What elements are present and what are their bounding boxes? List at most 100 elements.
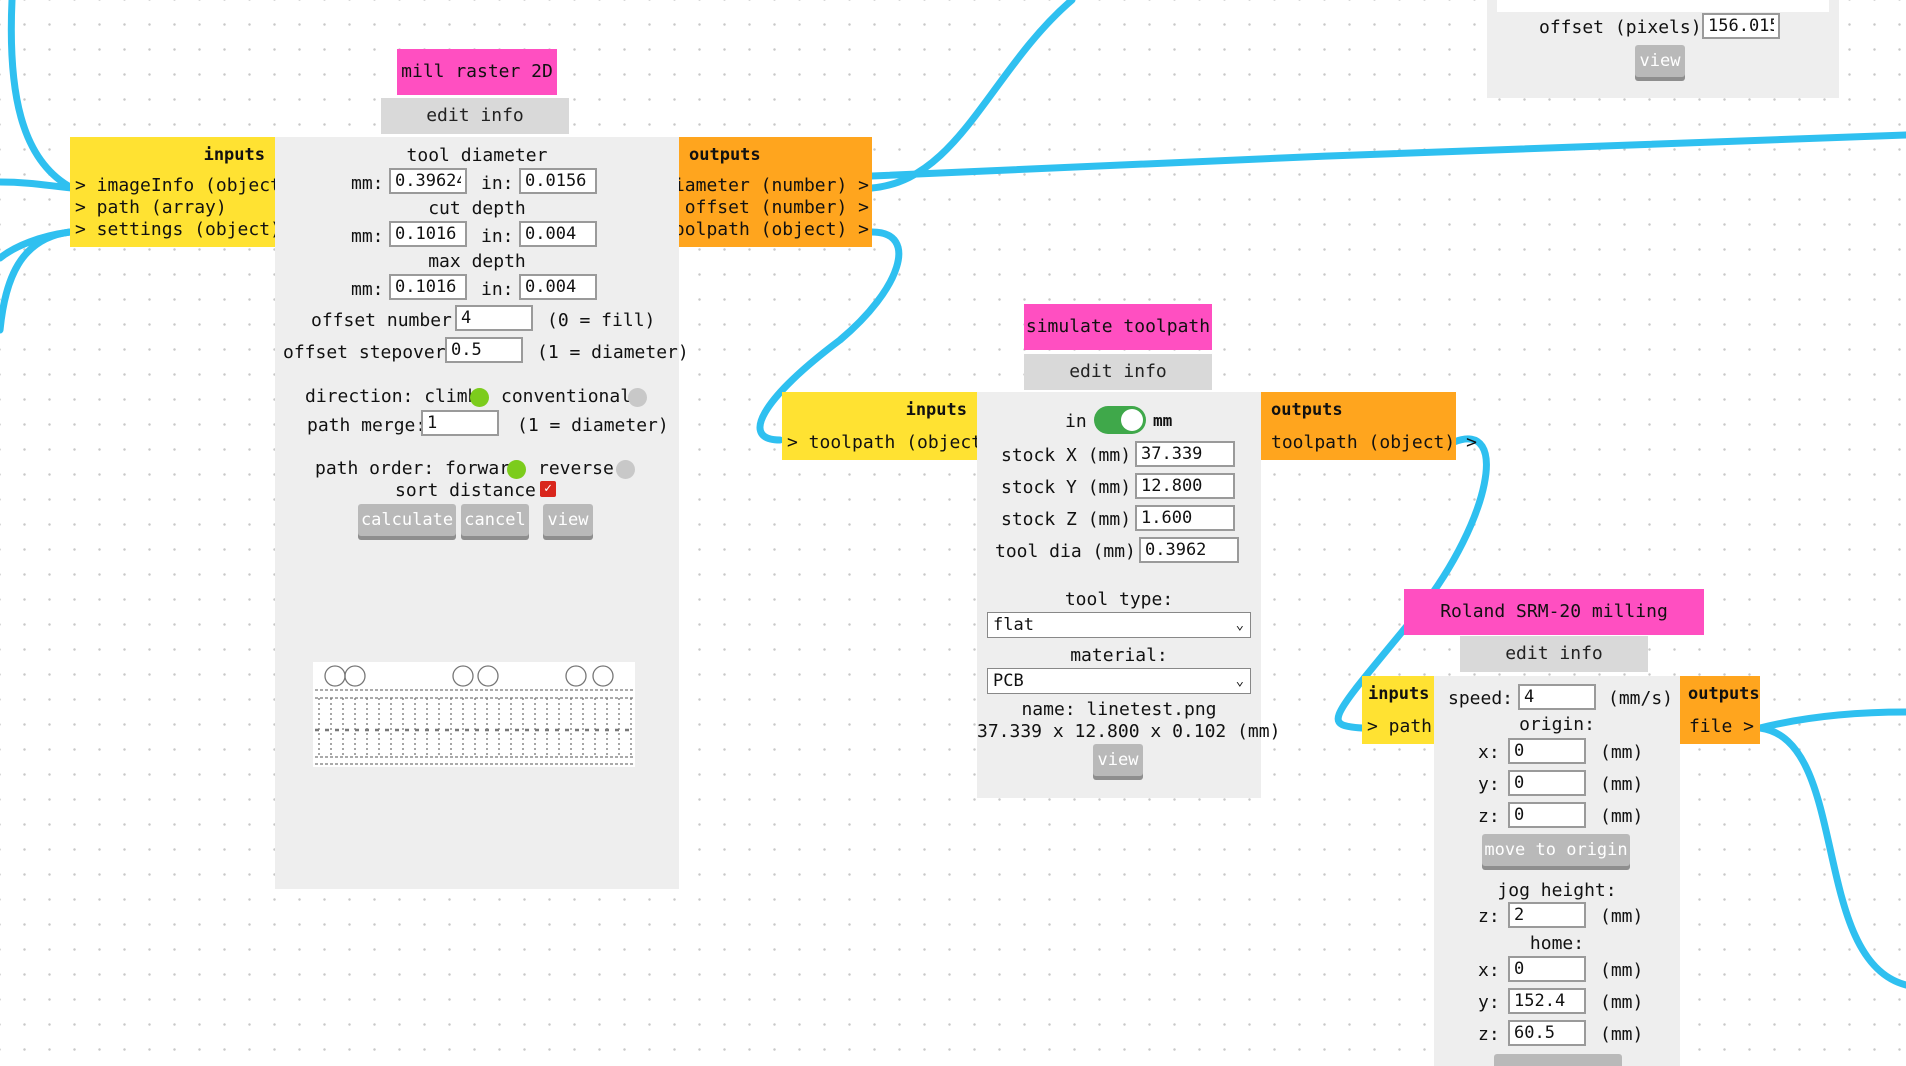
output-toolpath[interactable]: toolpath (object) > [663,219,869,240]
top-node-blank-area [1497,0,1829,12]
input-toolpath[interactable]: > toolpath (object) [787,432,993,453]
outputs-header: outputs [1688,684,1760,704]
mill-raster-title[interactable]: mill raster 2D [397,49,557,95]
view-button[interactable]: view [543,504,593,536]
reverse-radio[interactable] [616,460,635,479]
offset-number-input[interactable] [455,305,533,331]
outputs-header: outputs [1271,400,1343,420]
mill-raster-menu[interactable]: edit info collapse [381,98,569,162]
mm-label: mm: [351,226,384,247]
origin-z-input[interactable] [1508,802,1586,828]
roland-panel: speed: (mm/s) origin: x: (mm) y: (mm) z:… [1434,676,1680,1066]
stock-z-input[interactable] [1135,505,1235,531]
unit-mm-label: mm [1153,411,1173,430]
jog-z-label: z: [1478,906,1500,927]
chevron-down-icon: ⌄ [1235,673,1244,689]
path-order-label: path order: forward [315,458,521,479]
climb-radio[interactable] [470,388,489,407]
jog-height-label: jog height: [1497,880,1617,901]
input-path[interactable]: > path (array) [75,197,227,218]
input-path[interactable]: > path [1367,716,1432,737]
cut-depth-mm-input[interactable] [389,221,467,247]
output-file[interactable]: file > [1689,716,1754,737]
speed-unit: (mm/s) [1608,688,1674,709]
origin-y-input[interactable] [1508,770,1586,796]
mm-label: mm: [351,279,384,300]
offset-number-hint: (0 = fill) [547,310,656,331]
tool-type-label: tool type: [1064,589,1174,610]
roland-title[interactable]: Roland SRM-20 milling machine [1404,589,1704,668]
mill-raster-panel: tool diameter mm: in: cut depth mm: in: … [275,137,689,889]
max-depth-label: max depth [428,251,526,272]
cancel-button[interactable]: cancel [461,504,529,536]
wire-diameter-top [868,0,1076,192]
wire-path [0,178,76,192]
wire-roland-out-top [1756,708,1906,732]
material-value: PCB [993,671,1024,691]
wire-settings [0,228,74,334]
material-select[interactable]: PCB ⌄ [987,668,1251,694]
tool-type-value: flat [993,615,1034,635]
calculate-button[interactable]: calculate [358,504,456,536]
unit-toggle-switch[interactable] [1094,406,1146,434]
offset-pixels-input[interactable] [1702,13,1780,39]
reverse-label: reverse [538,458,614,479]
wire-roland-out-down [1756,724,1906,989]
stock-y-input[interactable] [1135,473,1235,499]
origin-y-label: y: [1478,774,1500,795]
top-node-view-button[interactable]: view [1635,45,1685,77]
tool-dia-input[interactable] [1139,537,1239,563]
mm-unit: (mm) [1600,774,1644,795]
offset-stepover-hint: (1 = diameter) [537,342,689,363]
stock-dims-line: 37.339 x 12.800 x 0.102 (mm) [977,721,1281,742]
home-x-input[interactable] [1508,956,1586,982]
tool-type-select[interactable]: flat ⌄ [987,612,1251,638]
output-offset[interactable]: offset (number) > [685,197,869,218]
conventional-radio[interactable] [628,388,647,407]
material-label: material: [1070,645,1168,666]
home-z-input[interactable] [1508,1020,1586,1046]
input-imageinfo[interactable]: > imageInfo (object) [75,175,292,196]
path-merge-input[interactable] [421,410,499,436]
wire-offset-long [868,131,1906,180]
inputs-header: inputs [1368,684,1430,704]
path-merge-hint: (1 = diameter) [517,415,669,436]
move-to-home-button-partial[interactable] [1494,1054,1622,1066]
forward-radio[interactable] [507,460,526,479]
speed-input[interactable] [1518,684,1596,710]
cut-depth-label: cut depth [428,198,526,219]
move-to-origin-button[interactable]: move to origin [1482,834,1630,866]
home-y-input[interactable] [1508,988,1586,1014]
output-diameter[interactable]: diameter (number) > [663,175,869,196]
stock-x-input[interactable] [1135,441,1235,467]
mm-unit: (mm) [1600,906,1644,927]
cut-depth-in-input[interactable] [519,221,597,247]
home-label: home: [1529,933,1585,954]
path-merge-label: path merge: [307,415,427,436]
file-name-line: name: linetest.png [1021,699,1217,720]
max-depth-mm-input[interactable] [389,274,467,300]
offset-stepover-label: offset stepover: [283,342,457,363]
offset-stepover-input[interactable] [445,337,523,363]
wire-settings-2 [0,228,74,262]
tool-diameter-label: tool diameter [406,145,548,166]
direction-label: direction: climb [305,386,479,407]
sort-distance-checkbox[interactable]: ✓ [540,481,556,497]
max-depth-in-input[interactable] [519,274,597,300]
simulate-title[interactable]: simulate toolpath [1024,304,1212,350]
simulate-view-button[interactable]: view [1093,744,1143,776]
mill-raster-inputs: inputs > imageInfo (object) > path (arra… [70,137,292,247]
inputs-header: inputs [905,400,967,420]
sort-distance-label: sort distance: [395,480,547,501]
tool-diameter-in-input[interactable] [519,168,597,194]
mm-unit: (mm) [1600,1024,1644,1045]
origin-x-input[interactable] [1508,738,1586,764]
tool-diameter-mm-input[interactable] [389,168,467,194]
input-settings[interactable]: > settings (object) [75,219,281,240]
simulate-menu[interactable]: edit info collapse [1024,354,1212,418]
roland-menu[interactable]: edit info collapse [1460,636,1648,700]
toggle-knob [1121,409,1143,431]
output-toolpath[interactable]: toolpath (object) > [1271,432,1477,453]
jog-z-input[interactable] [1508,902,1586,928]
toolpath-preview-image [313,662,635,767]
